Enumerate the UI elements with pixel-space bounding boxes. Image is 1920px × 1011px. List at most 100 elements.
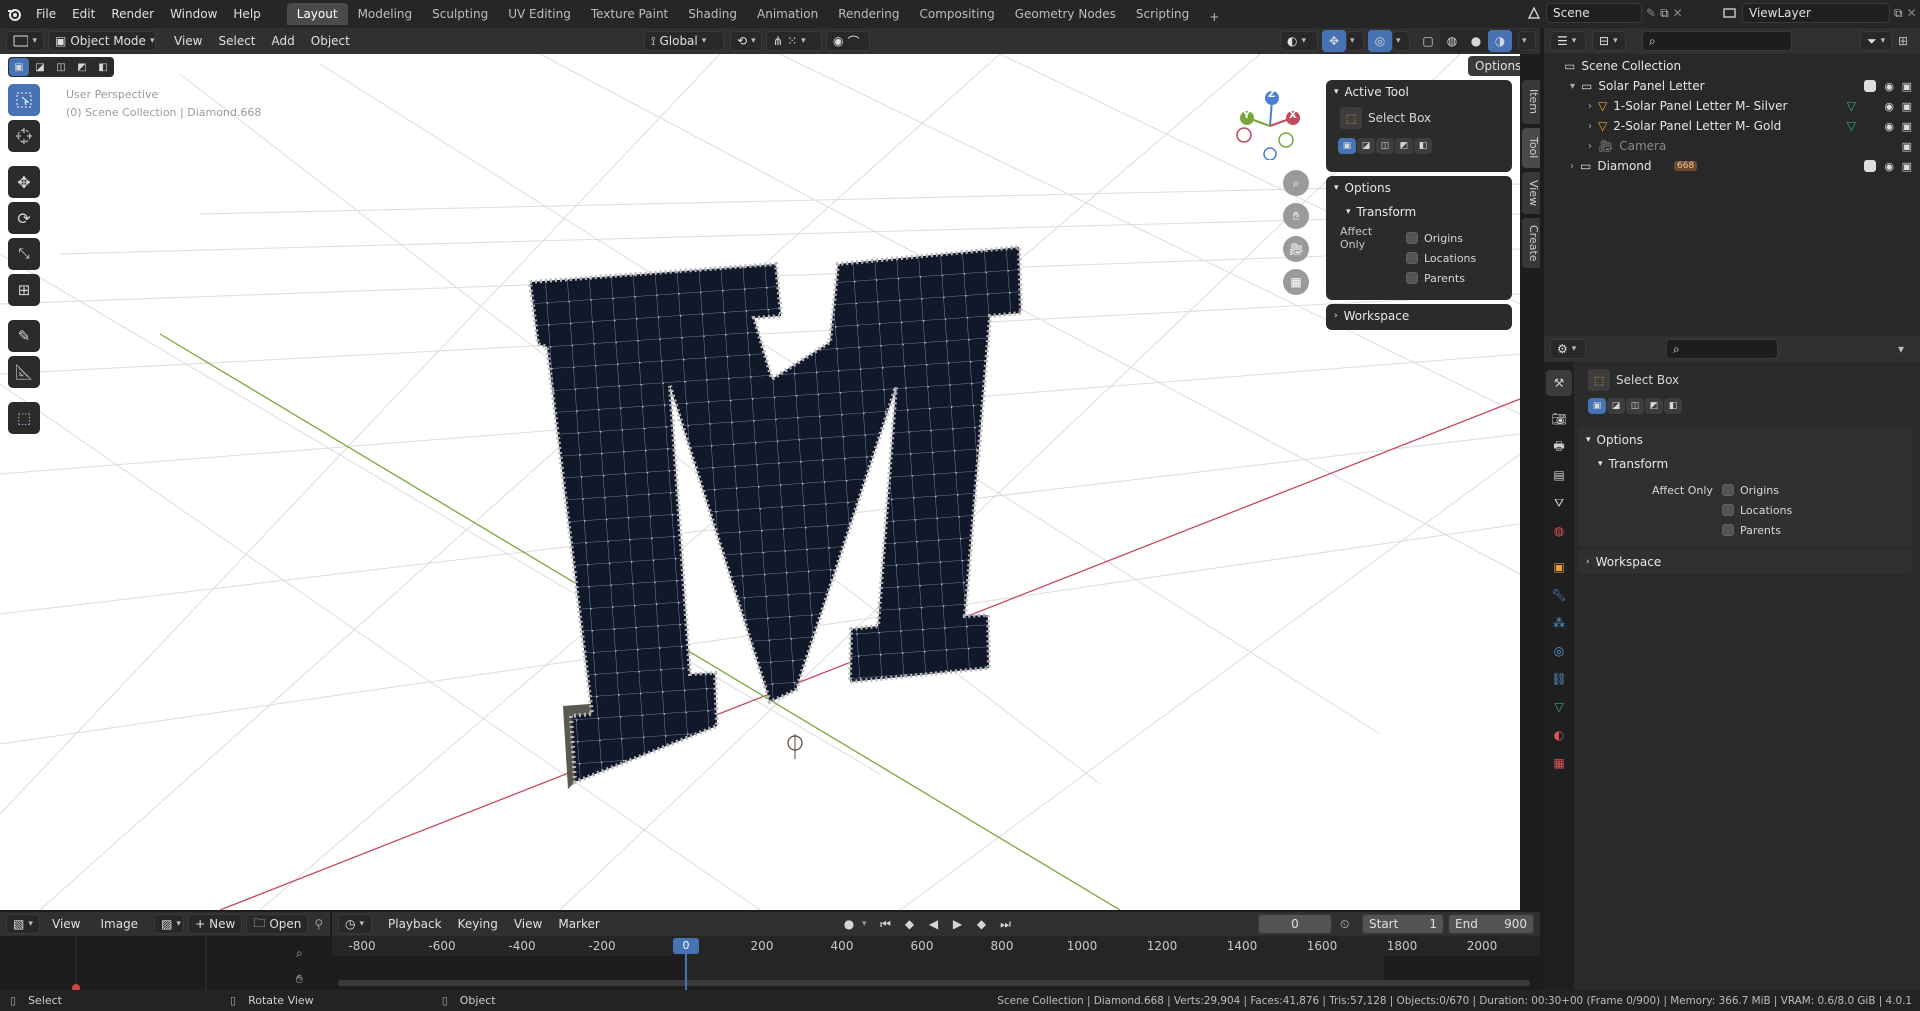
next-keyframe-button[interactable]: ◆ [971, 913, 993, 935]
render-camera-icon[interactable]: ▣ [1902, 140, 1912, 153]
scale-tool[interactable]: ⤡ [8, 238, 40, 270]
mode-extend-button[interactable]: ◪ [1357, 138, 1375, 154]
origins-checkbox[interactable] [1722, 484, 1734, 496]
render-tab[interactable]: 📷︎ [1546, 406, 1572, 432]
mode-extend-button[interactable]: ◪ [1607, 398, 1625, 414]
menu-edit[interactable]: Edit [64, 3, 103, 25]
viewport-3d[interactable]: User Perspective (0) Scene Collection | … [0, 54, 1520, 910]
eye-icon[interactable]: ◉ [1884, 100, 1894, 113]
transform-header[interactable]: ▾ Transform [1578, 452, 1912, 476]
object-tab[interactable]: ▣ [1546, 554, 1572, 580]
mode-difference-button[interactable]: ◩ [1645, 398, 1663, 414]
properties-search[interactable]: ⌕ [1666, 339, 1778, 359]
select-box-tool[interactable] [8, 84, 40, 116]
chevron-right-icon[interactable]: › [1570, 161, 1574, 172]
material-tab[interactable]: ◐ [1546, 722, 1572, 748]
add-workspace-button[interactable]: + [1199, 6, 1229, 28]
visibility-dropdown[interactable]: ◐ ▾ [1280, 31, 1318, 51]
measure-tool[interactable]: 📐︎ [8, 356, 40, 388]
render-camera-icon[interactable]: ▣ [1902, 100, 1912, 113]
menu-file[interactable]: File [28, 3, 64, 25]
outliner-row[interactable]: › ▭ Diamond 668 ◉ ▣ [1544, 156, 1920, 176]
transform-orientation-dropdown[interactable]: ⟟ Global ▾ [644, 31, 724, 51]
overlays-dropdown[interactable]: ▾ [1392, 31, 1410, 51]
cursor-tool[interactable] [8, 120, 40, 152]
open-image-button[interactable]: 🗀︎ Open [246, 914, 309, 934]
image-editor-type[interactable]: ▧ ▾ [6, 914, 40, 934]
scene-selector[interactable]: Scene ✎ ⧉ ✕ [1526, 3, 1683, 23]
origins-checkbox[interactable] [1406, 232, 1418, 244]
view-layer-tab[interactable]: ▤ [1546, 462, 1572, 488]
hand-icon[interactable]: ✋︎ [296, 972, 303, 987]
tab-tool[interactable]: Tool [1522, 128, 1540, 168]
parents-checkbox[interactable] [1406, 272, 1418, 284]
xray-toggle[interactable]: ▢ [1416, 30, 1440, 52]
properties-options-icon[interactable]: ▾ [1898, 342, 1920, 356]
constraints-tab[interactable]: ⛓︎ [1546, 666, 1572, 692]
snap-toggle[interactable]: ⋔ ⁙ ▾ [766, 31, 822, 51]
modifiers-tab[interactable]: 🔧︎ [1546, 582, 1572, 608]
locations-checkbox[interactable] [1722, 504, 1734, 516]
image-image-menu[interactable]: Image [92, 913, 146, 935]
chevron-down-icon[interactable]: ▾ [1570, 81, 1575, 92]
pan-view-button[interactable]: ✋︎ [1283, 203, 1309, 229]
wireframe-shading-button[interactable]: ◍ [1440, 30, 1464, 52]
transform-header[interactable]: ▾ Transform [1326, 200, 1512, 224]
tab-texture-paint[interactable]: Texture Paint [581, 3, 678, 25]
outliner-editor-type[interactable]: ☰ ▾ [1550, 31, 1586, 51]
view-layer-selector[interactable]: ViewLayer ⧉ ✕ [1722, 3, 1917, 23]
current-frame-field[interactable]: 0 [1258, 914, 1332, 934]
timeline-menu-marker[interactable]: Marker [550, 913, 607, 935]
tab-compositing[interactable]: Compositing [909, 3, 1004, 25]
viewport-menu-view[interactable]: View [166, 30, 210, 52]
image-editor-canvas[interactable]: ⌕ ✋︎ [0, 936, 330, 990]
tab-animation[interactable]: Animation [747, 3, 828, 25]
tab-modeling[interactable]: Modeling [348, 3, 423, 25]
render-camera-icon[interactable]: ▣ [1902, 120, 1912, 133]
end-frame-field[interactable]: End 900 [1448, 914, 1534, 934]
mode-dropdown[interactable]: ▣ Object Mode ▾ [48, 31, 156, 51]
tab-geometry-nodes[interactable]: Geometry Nodes [1005, 3, 1126, 25]
tab-scripting[interactable]: Scripting [1126, 3, 1199, 25]
workspace-header[interactable]: › Workspace [1578, 550, 1912, 574]
play-button[interactable]: ▶ [947, 913, 969, 935]
tab-item[interactable]: Item [1522, 80, 1540, 124]
new-view-layer-icon[interactable]: ⧉ [1894, 6, 1903, 21]
new-image-button[interactable]: + New [188, 914, 243, 934]
editor-type-button[interactable]: ▾ [6, 31, 44, 51]
mode-intersect-button[interactable]: ◧ [1664, 398, 1682, 414]
outliner-row[interactable]: › ▽ 2-Solar Panel Letter M- Gold ▽ ◉ ▣ [1544, 116, 1920, 136]
mesh-data-icon[interactable]: ▽ [1847, 99, 1856, 113]
texture-tab[interactable]: ▦ [1546, 750, 1572, 776]
outliner-row[interactable]: ▾ ▭ Solar Panel Letter ◉ ▣ [1544, 76, 1920, 96]
mode-set-button[interactable]: ▣ [1338, 138, 1356, 154]
eye-icon[interactable]: ◉ [1884, 80, 1894, 93]
render-camera-icon[interactable]: ▣ [1902, 80, 1912, 93]
data-tab[interactable]: ▽ [1546, 694, 1572, 720]
select-subtract-button[interactable]: ◫ [51, 58, 71, 76]
tab-uv-editing[interactable]: UV Editing [498, 3, 581, 25]
filter-dropdown[interactable]: ⏷ ▾ [1860, 31, 1892, 51]
tab-layout[interactable]: Layout [286, 3, 348, 25]
play-reverse-button[interactable]: ◀ [923, 913, 945, 935]
move-tool[interactable]: ✥ [8, 166, 40, 198]
select-intersect-button[interactable]: ◧ [93, 58, 113, 76]
shading-dropdown[interactable]: ▾ [1518, 31, 1536, 51]
image-browse-dropdown[interactable]: ▨ ▾ [154, 914, 185, 934]
timeline-menu-playback[interactable]: Playback [380, 913, 450, 935]
viewport-menu-select[interactable]: Select [210, 30, 263, 52]
zoom-view-button[interactable]: ⌕ [1283, 170, 1309, 196]
prev-keyframe-button[interactable]: ◆ [899, 913, 921, 935]
preview-range-icon[interactable]: ⏲ [1340, 917, 1349, 932]
mode-set-button[interactable]: ▣ [1588, 398, 1606, 414]
world-tab[interactable]: ◍ [1546, 518, 1572, 544]
playhead-badge[interactable]: 0 [673, 938, 699, 954]
tab-shading[interactable]: Shading [678, 3, 747, 25]
new-collection-icon[interactable]: ⊞ [1898, 34, 1920, 48]
options-header[interactable]: ▾ Options [1578, 428, 1912, 452]
timeline-menu-keying[interactable]: Keying [450, 913, 506, 935]
mode-difference-button[interactable]: ◩ [1395, 138, 1413, 154]
gizmo-toggle[interactable]: ✥ [1322, 30, 1346, 52]
mode-subtract-button[interactable]: ◫ [1626, 398, 1644, 414]
particles-tab[interactable]: ⁂ [1546, 610, 1572, 636]
